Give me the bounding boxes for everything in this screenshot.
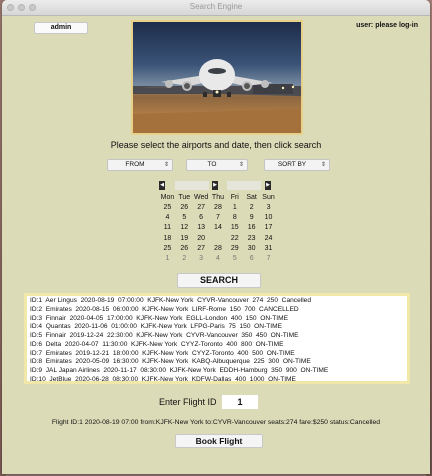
flight-result-row[interactable]: ID:5 Finnair 2019-12-24 22:30:00 KJFK-Ne… bbox=[30, 332, 405, 341]
calendar-day[interactable]: 6 bbox=[193, 212, 210, 222]
flight-result-row[interactable]: ID:6 Delta 2020-04-07 11:30:00 KJFK-New … bbox=[30, 341, 405, 350]
calendar-day[interactable]: 4 bbox=[159, 212, 176, 222]
weekday-label: Mon bbox=[160, 193, 175, 201]
calendar-day[interactable]: 28 bbox=[210, 202, 227, 212]
instruction-text: Please select the airports and date, the… bbox=[110, 140, 322, 150]
weekday-label: Fri bbox=[230, 193, 239, 201]
month-selector[interactable] bbox=[175, 181, 209, 190]
flight-result-row[interactable]: ID:10 JetBlue 2020-06-28 08:30:00 KJFK-N… bbox=[30, 376, 405, 385]
flight-result-row[interactable]: ID:4 Quantas 2020-11-06 01:00:00 KJFK-Ne… bbox=[30, 323, 405, 332]
calendar-day[interactable]: 25 bbox=[159, 202, 176, 212]
flight-results-list[interactable]: ID:1 Aer Lingus 2020-08-19 07:00:00 KJFK… bbox=[24, 293, 410, 384]
prev-month-icon[interactable]: ◀ bbox=[159, 181, 165, 190]
book-flight-button[interactable]: Book Flight bbox=[175, 434, 263, 448]
calendar-day[interactable]: 12 bbox=[176, 223, 193, 233]
calendar-day[interactable]: 2 bbox=[243, 202, 260, 212]
calendar-day[interactable]: 29 bbox=[226, 243, 243, 253]
title-bar: Search Engine bbox=[2, 0, 430, 16]
calendar-day[interactable]: 27 bbox=[193, 202, 210, 212]
to-dropdown-label: TO bbox=[207, 161, 217, 168]
calendar-day[interactable]: 7 bbox=[260, 253, 277, 263]
calendar-day[interactable]: 24 bbox=[260, 233, 277, 243]
flight-result-row[interactable]: ID:9 JAL Japan Airlines 2020-11-17 08:30… bbox=[30, 367, 405, 376]
calendar-day[interactable]: 27 bbox=[193, 243, 210, 253]
next-year-icon[interactable]: ▶ bbox=[265, 181, 271, 190]
date-calendar: ◀ ▶ ▶ Mon Tue Wed Thu Fri Sat Sun 25 26 27 28 1 2 3 4… bbox=[159, 178, 277, 264]
chevron-updown-icon: ⇕ bbox=[238, 162, 244, 168]
calendar-day[interactable]: 19 bbox=[176, 233, 193, 243]
chevron-updown-icon: ⇕ bbox=[163, 162, 169, 168]
calendar-day[interactable]: 17 bbox=[260, 223, 277, 233]
calendar-day[interactable]: 9 bbox=[243, 212, 260, 222]
calendar-day[interactable] bbox=[210, 233, 227, 243]
admin-button[interactable]: admin bbox=[34, 22, 88, 34]
weekday-label: Tue bbox=[178, 193, 191, 201]
weekday-label: Wed bbox=[193, 193, 209, 201]
calendar-day[interactable]: 30 bbox=[243, 243, 260, 253]
calendar-day[interactable]: 6 bbox=[243, 253, 260, 263]
calendar-day[interactable]: 23 bbox=[243, 233, 260, 243]
flight-id-input[interactable]: 1 bbox=[222, 395, 258, 409]
sort-dropdown-label: SORT BY bbox=[277, 161, 307, 168]
search-engine-window: Search Engine admin user: please log-in bbox=[2, 0, 430, 474]
calendar-day[interactable]: 10 bbox=[260, 212, 277, 222]
flight-result-row[interactable]: ID:7 Emirates 2019-12-21 18:00:00 KJFK-N… bbox=[30, 350, 405, 359]
calendar-day[interactable]: 3 bbox=[260, 202, 277, 212]
to-dropdown[interactable]: TO ⇕ bbox=[186, 159, 248, 171]
calendar-day[interactable]: 15 bbox=[226, 223, 243, 233]
weekday-label: Thu bbox=[211, 193, 224, 201]
calendar-day[interactable]: 3 bbox=[193, 253, 210, 263]
flight-id-label: Enter Flight ID bbox=[159, 397, 217, 407]
calendar-day[interactable]: 5 bbox=[226, 253, 243, 263]
calendar-day[interactable]: 16 bbox=[243, 223, 260, 233]
flight-result-row[interactable]: ID:3 Finnair 2020-04-05 17:00:00 KJFK-Ne… bbox=[30, 315, 405, 324]
sort-dropdown[interactable]: SORT BY ⇕ bbox=[264, 159, 330, 171]
from-dropdown-label: FROM bbox=[125, 161, 145, 168]
calendar-day[interactable]: 1 bbox=[226, 202, 243, 212]
calendar-day[interactable]: 22 bbox=[226, 233, 243, 243]
calendar-day[interactable]: 25 bbox=[159, 243, 176, 253]
weekday-label: Sun bbox=[262, 193, 275, 201]
flight-result-row[interactable]: ID:2 Emirates 2020-08-15 06:00:00 KJFK-N… bbox=[30, 306, 405, 315]
flight-details-text: Flight ID:1 2020-08-19 07:00 from:KJFK-N… bbox=[51, 419, 381, 426]
calendar-day[interactable]: 2 bbox=[176, 253, 193, 263]
calendar-header: ◀ ▶ ▶ bbox=[159, 181, 277, 191]
calendar-day[interactable]: 7 bbox=[210, 212, 227, 222]
weekday-label: Sat bbox=[246, 193, 257, 201]
calendar-day[interactable]: 4 bbox=[210, 253, 227, 263]
calendar-day[interactable]: 13 bbox=[193, 223, 210, 233]
window-title: Search Engine bbox=[189, 2, 243, 11]
calendar-day[interactable]: 11 bbox=[159, 223, 176, 233]
airplane-photo bbox=[131, 20, 303, 135]
flight-result-row[interactable]: ID:1 Aer Lingus 2020-08-19 07:00:00 KJFK… bbox=[30, 297, 405, 306]
from-dropdown[interactable]: FROM ⇕ bbox=[107, 159, 173, 171]
calendar-day[interactable]: 8 bbox=[226, 212, 243, 222]
year-selector[interactable] bbox=[227, 181, 261, 190]
calendar-grid: Mon Tue Wed Thu Fri Sat Sun 25 26 27 28 1 2 3 4 5 6 7 8 9 1… bbox=[159, 192, 277, 264]
search-button[interactable]: SEARCH bbox=[177, 273, 261, 288]
calendar-day[interactable]: 31 bbox=[260, 243, 277, 253]
user-status-label: user: please log-in bbox=[356, 22, 418, 29]
calendar-day[interactable]: 28 bbox=[210, 243, 227, 253]
calendar-day[interactable]: 26 bbox=[176, 202, 193, 212]
chevron-updown-icon: ⇕ bbox=[320, 162, 326, 168]
next-month-icon[interactable]: ▶ bbox=[212, 181, 218, 190]
flight-result-row[interactable]: ID:8 Emirates 2020-05-09 16:30:00 KJFK-N… bbox=[30, 358, 405, 367]
calendar-day[interactable]: 26 bbox=[176, 243, 193, 253]
calendar-day[interactable]: 18 bbox=[159, 233, 176, 243]
calendar-day[interactable]: 1 bbox=[159, 253, 176, 263]
calendar-day[interactable]: 14 bbox=[210, 223, 227, 233]
calendar-day[interactable]: 20 bbox=[193, 233, 210, 243]
calendar-day[interactable]: 5 bbox=[176, 212, 193, 222]
